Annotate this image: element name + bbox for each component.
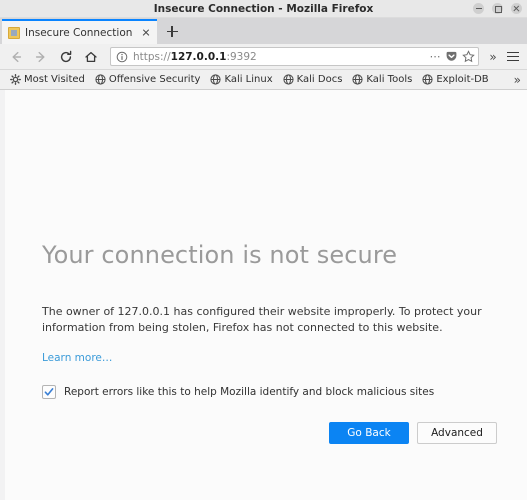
home-icon xyxy=(85,51,97,62)
hamburger-line xyxy=(507,51,519,54)
tab-insecure-connection[interactable]: Insecure Connection xyxy=(2,19,157,44)
reload-icon xyxy=(60,50,72,62)
bookmark-kali-docs[interactable]: Kali Docs xyxy=(279,73,347,86)
globe-icon xyxy=(95,74,106,85)
firefox-window: Insecure Connection - Mozilla Firefox In… xyxy=(0,0,527,500)
globe-icon xyxy=(210,74,222,85)
bookmark-exploit-db[interactable]: Exploit-DB xyxy=(418,73,492,86)
maximize-icon[interactable] xyxy=(492,3,503,14)
window-controls xyxy=(473,0,522,17)
window-titlebar: Insecure Connection - Mozilla Firefox xyxy=(0,0,527,18)
new-tab-button[interactable] xyxy=(161,19,183,44)
reload-button[interactable] xyxy=(54,46,78,68)
bookmark-most-visited[interactable]: Most Visited xyxy=(6,73,89,86)
pocket-icon[interactable] xyxy=(445,50,458,63)
page-actions-icon[interactable]: ⋯ xyxy=(430,51,442,62)
bookmark-label: Kali Docs xyxy=(296,74,343,85)
tab-label: Insecure Connection xyxy=(25,26,133,39)
hamburger-line xyxy=(507,59,519,62)
close-icon[interactable] xyxy=(511,3,522,14)
bookmark-label: Kali Tools xyxy=(366,74,413,85)
close-tab-icon[interactable] xyxy=(139,26,153,40)
app-menu-button[interactable] xyxy=(503,46,523,68)
insecure-connection-error-page: Your connection is not secure The owner … xyxy=(42,90,497,445)
bookmark-star-icon[interactable] xyxy=(462,50,475,63)
bookmark-label: Most Visited xyxy=(24,74,85,85)
report-errors-label[interactable]: Report errors like this to help Mozilla … xyxy=(64,386,434,398)
window-title: Insecure Connection - Mozilla Firefox xyxy=(153,2,374,15)
info-circle-icon[interactable] xyxy=(116,51,128,63)
report-errors-checkbox[interactable] xyxy=(42,385,56,400)
learn-more-link[interactable]: Learn more… xyxy=(42,352,112,364)
toolbar-overflow-button[interactable]: » xyxy=(484,50,502,64)
navigation-toolbar: https://127.0.0.1:9392 ⋯ » xyxy=(0,44,527,70)
back-button[interactable] xyxy=(4,46,28,68)
minimize-icon[interactable] xyxy=(473,3,484,14)
page-icon xyxy=(8,26,20,39)
url-text[interactable]: https://127.0.0.1:9392 xyxy=(133,51,426,63)
bookmark-offensive-security[interactable]: Offensive Security xyxy=(91,73,205,86)
hamburger-line xyxy=(507,55,519,58)
report-errors-row: Report errors like this to help Mozilla … xyxy=(42,385,497,400)
bookmark-label: Offensive Security xyxy=(108,74,201,85)
checkmark-icon xyxy=(44,388,54,396)
bookmarks-toolbar: Most Visited Offensive Security Kali Lin… xyxy=(0,70,527,90)
go-back-button[interactable]: Go Back xyxy=(329,422,409,445)
page-content: Your connection is not secure The owner … xyxy=(0,90,527,500)
arrow-right-icon xyxy=(35,51,45,62)
url-port: :9392 xyxy=(226,50,257,63)
bookmark-kali-tools[interactable]: Kali Tools xyxy=(348,73,416,86)
url-bar-actions: ⋯ xyxy=(426,50,476,63)
error-description: The owner of 127.0.0.1 has configured th… xyxy=(42,305,482,334)
advanced-button[interactable]: Advanced xyxy=(417,422,497,445)
bookmarks-overflow-button[interactable]: » xyxy=(514,73,521,87)
url-host: 127.0.0.1 xyxy=(170,50,227,63)
url-scheme: https:// xyxy=(133,50,171,63)
forward-button[interactable] xyxy=(29,46,53,68)
home-button[interactable] xyxy=(79,46,103,68)
globe-icon xyxy=(352,74,364,85)
gear-icon xyxy=(10,74,21,85)
bookmark-kali-linux[interactable]: Kali Linux xyxy=(206,73,276,86)
bookmark-label: Exploit-DB xyxy=(436,74,489,85)
error-page-buttons: Go Back Advanced xyxy=(42,422,497,445)
globe-icon xyxy=(283,74,294,85)
globe-icon xyxy=(422,74,433,85)
page-title: Your connection is not secure xyxy=(42,241,398,269)
tab-bar: Insecure Connection xyxy=(0,18,527,44)
bookmark-label: Kali Linux xyxy=(224,74,273,85)
url-bar[interactable]: https://127.0.0.1:9392 ⋯ xyxy=(110,47,479,66)
arrow-left-icon xyxy=(12,51,22,62)
